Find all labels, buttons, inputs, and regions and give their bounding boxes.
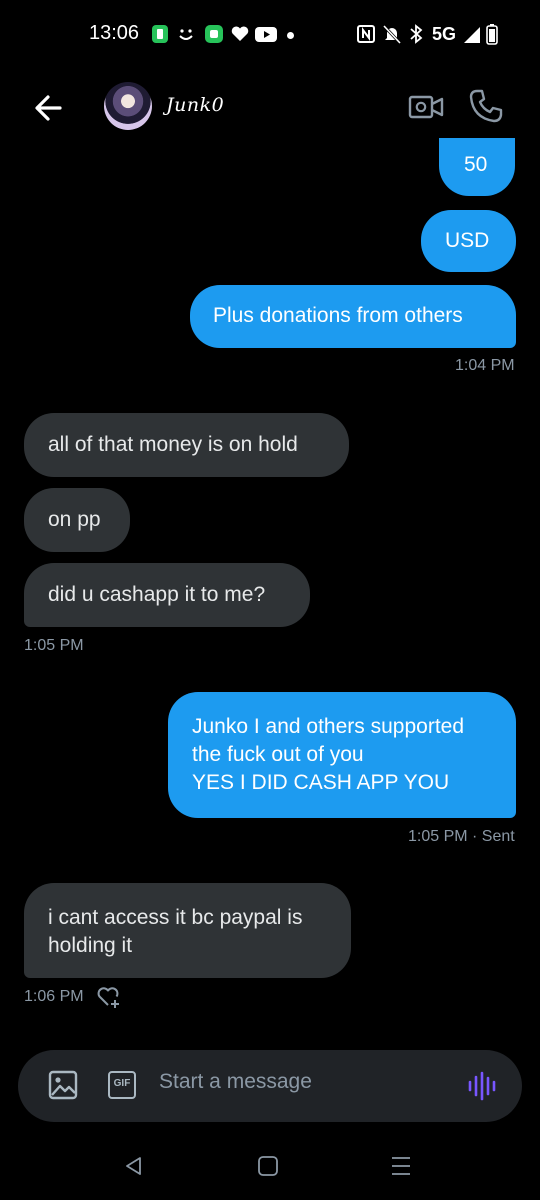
message-bubble[interactable]: Junko I and others supported the fuck ou… <box>168 692 516 818</box>
message-bubble[interactable]: did u cashapp it to me? <box>24 563 310 627</box>
message-composer: GIF Start a message <box>18 1050 522 1122</box>
message-timestamp: 1:05 PM · Sent <box>408 828 515 845</box>
nav-back-icon[interactable] <box>122 1154 146 1178</box>
gif-label: GIF <box>113 1078 131 1089</box>
message-timestamp: 1:05 PM <box>24 637 84 654</box>
message-text: on pp <box>48 508 101 531</box>
message-text-line: the fuck out of you <box>192 743 364 766</box>
message-timestamp: 1:06 PM <box>24 988 84 1005</box>
status-time: 13:06 <box>89 22 140 44</box>
nfc-icon <box>357 25 375 43</box>
voice-icon[interactable] <box>466 1070 498 1102</box>
message-bubble[interactable]: USD <box>421 210 516 272</box>
message-bubble[interactable]: Plus donations from others <box>190 285 516 348</box>
battery-icon <box>486 24 498 45</box>
video-call-icon[interactable] <box>408 92 444 122</box>
message-bubble[interactable]: all of that money is on hold <box>24 413 349 477</box>
nav-recents-icon[interactable] <box>389 1154 413 1178</box>
message-text-line: YES I DID CASH APP YOU <box>192 771 450 794</box>
heart-icon <box>231 26 249 41</box>
message-text-line: i cant access it bc paypal is <box>48 906 303 929</box>
message-text: did u cashapp it to me? <box>48 583 266 606</box>
notification-dot <box>287 32 294 39</box>
bluetooth-icon <box>410 24 423 44</box>
message-text: Plus donations from others <box>213 304 463 327</box>
gif-icon[interactable]: GIF <box>108 1071 136 1099</box>
status-bar: 13:06 5G <box>0 0 540 70</box>
contact-name[interactable]: Junk0 <box>166 94 224 116</box>
back-arrow-icon[interactable] <box>30 88 70 128</box>
messaging-icon <box>152 25 168 43</box>
message-timestamp: 1:04 PM <box>455 357 515 374</box>
message-bubble[interactable]: i cant access it bc paypal is holding it <box>24 883 351 978</box>
signal-icon <box>464 27 480 43</box>
message-bubble[interactable]: on pp <box>24 488 130 552</box>
message-input[interactable]: Start a message <box>159 1070 312 1094</box>
network-label: 5G <box>432 24 457 44</box>
message-text: USD <box>445 229 490 252</box>
mute-icon <box>382 24 402 45</box>
phone-icon[interactable] <box>468 88 504 124</box>
message-text-line: Junko I and others supported <box>192 715 465 738</box>
green-app-icon <box>205 25 223 43</box>
message-text: all of that money is on hold <box>48 433 298 456</box>
youtube-icon <box>255 27 277 42</box>
system-navigation-bar <box>0 1130 540 1200</box>
nav-home-icon[interactable] <box>256 1154 280 1178</box>
conversation-header: Junk0 <box>0 70 540 145</box>
message-text: 50 <box>464 153 488 176</box>
smile-icon <box>179 29 193 40</box>
image-icon[interactable] <box>48 1070 78 1100</box>
message-bubble[interactable]: 50 <box>439 138 515 196</box>
react-heart-icon[interactable] <box>96 985 122 1009</box>
avatar[interactable] <box>104 82 152 130</box>
message-text-line: holding it <box>48 934 133 957</box>
